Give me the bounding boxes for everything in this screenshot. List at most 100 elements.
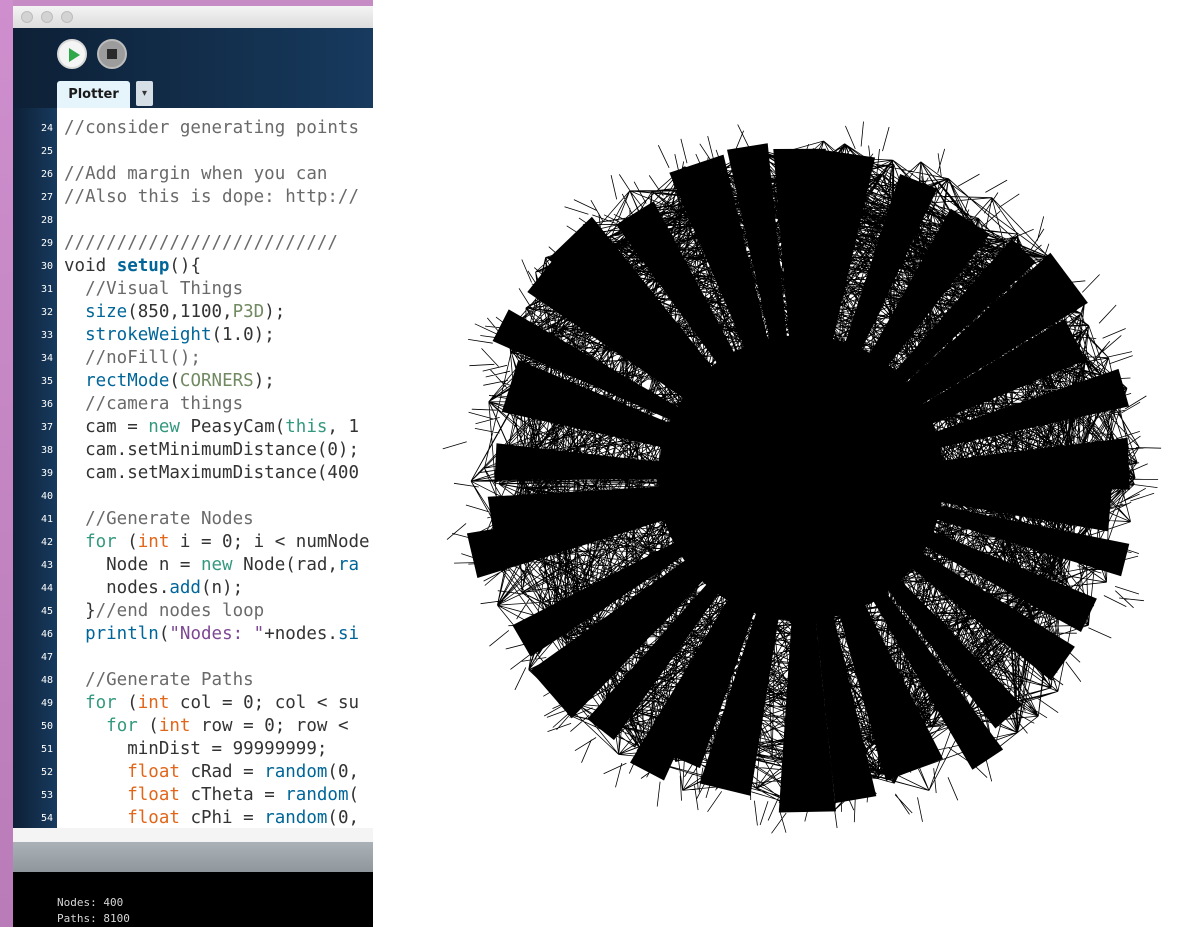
- line-number: 36: [40, 399, 53, 410]
- code-line: cam.setMinimumDistance(0);: [64, 439, 359, 462]
- code-line: //Also this is dope: http://: [64, 186, 359, 209]
- line-number: 25: [40, 146, 53, 157]
- code-token: (: [116, 532, 138, 552]
- code-token: //Also this is dope: http://: [64, 187, 360, 207]
- code-token: for: [85, 693, 117, 713]
- code-token: minDist = 99999999;: [64, 739, 328, 759]
- code-line: //Visual Things: [64, 278, 243, 301]
- play-icon: [69, 48, 80, 62]
- code-line: strokeWeight(1.0);: [64, 324, 275, 347]
- line-number: 26: [40, 169, 53, 180]
- code-token: cPhi =: [179, 808, 265, 828]
- code-line: cam.setMaximumDistance(400: [64, 462, 359, 485]
- line-number: 28: [40, 215, 53, 226]
- line-number: 46: [40, 629, 53, 640]
- code-line: Node n = new Node(rad,ra: [64, 554, 359, 577]
- line-number: 31: [40, 284, 53, 295]
- line-burst-drawing: [442, 121, 1162, 834]
- tab-plotter[interactable]: Plotter: [57, 81, 130, 108]
- console-area: Nodes: 400 Paths: 8100: [13, 872, 373, 927]
- code-token: println: [85, 624, 159, 644]
- code-line: nodes.add(n);: [64, 577, 243, 600]
- code-line: for (int row = 0; row <: [64, 715, 359, 738]
- toolbar: [13, 28, 373, 81]
- code-token: cTheta =: [179, 785, 286, 805]
- code-token: //Add margin when you can: [64, 164, 328, 184]
- code-token: cam.setMinimumDistance(0);: [64, 440, 360, 460]
- code-token: this: [285, 417, 328, 437]
- stop-button[interactable]: [97, 39, 127, 69]
- line-number: 45: [40, 606, 53, 617]
- line-number: 29: [40, 238, 53, 249]
- code-token: }: [64, 601, 96, 621]
- code-token: rectMode: [85, 371, 170, 391]
- minimize-window-button[interactable]: [41, 11, 53, 23]
- tab-bar: Plotter ▾: [13, 81, 373, 108]
- code-editor[interactable]: //consider generating points //Add margin…: [57, 108, 373, 828]
- line-number: 38: [40, 445, 53, 456]
- code-token: (){: [169, 256, 201, 276]
- code-token: P3D: [232, 302, 265, 322]
- code-token: (: [158, 624, 170, 644]
- line-number: 34: [40, 353, 53, 364]
- code-token: (: [169, 371, 180, 391]
- status-bar: [13, 842, 373, 872]
- code-token: si: [337, 624, 360, 644]
- code-line: rectMode(CORNERS);: [64, 370, 275, 393]
- code-line: size(850,1100,P3D);: [64, 301, 285, 324]
- code-token: for: [106, 716, 138, 736]
- code-token: ra: [337, 555, 360, 575]
- code-token: new: [200, 555, 233, 575]
- line-number: 30: [40, 261, 53, 272]
- code-token: //noFill();: [85, 348, 201, 368]
- code-token: void: [64, 256, 117, 276]
- close-window-button[interactable]: [21, 11, 33, 23]
- code-line: cam = new PeasyCam(this, 1: [64, 416, 359, 439]
- code-token: new: [148, 417, 180, 437]
- code-token: random: [264, 762, 328, 782]
- code-token: cam =: [64, 417, 149, 437]
- code-token: int: [158, 716, 191, 736]
- desktop-background: [0, 0, 13, 927]
- line-number: 52: [40, 767, 53, 778]
- code-token: //camera things: [85, 394, 244, 414]
- line-number: 48: [40, 675, 53, 686]
- editor-console-divider[interactable]: [13, 828, 373, 842]
- zoom-window-button[interactable]: [61, 11, 73, 23]
- code-token: int: [137, 532, 170, 552]
- code-token: (: [116, 693, 138, 713]
- code-line: println("Nodes: "+nodes.si: [64, 623, 359, 646]
- code-token: Node n =: [64, 555, 201, 575]
- line-number: 40: [40, 491, 53, 502]
- code-line: //camera things: [64, 393, 243, 416]
- code-token: i = 0; i < numNode: [169, 532, 370, 552]
- code-token: //Visual Things: [85, 279, 244, 299]
- tab-menu-chevron-down-icon[interactable]: ▾: [136, 81, 153, 106]
- line-number: 44: [40, 583, 53, 594]
- line-number: 41: [40, 514, 53, 525]
- run-button[interactable]: [57, 39, 87, 69]
- code-token: +nodes.: [264, 624, 338, 644]
- code-line: for (int col = 0; col < su: [64, 692, 359, 715]
- processing-ide-window: Plotter ▾ 24 25 26 27 28 29 30 31 32 33 34 35 36 37 38…: [13, 6, 373, 927]
- code-token: PeasyCam(: [179, 417, 286, 437]
- code-token: strokeWeight: [85, 325, 212, 345]
- code-token: //Generate Paths: [85, 670, 254, 690]
- code-token: row = 0; row <: [190, 716, 360, 736]
- code-token: (1.0);: [211, 325, 275, 345]
- code-token: //end nodes loop: [95, 601, 265, 621]
- code-line: //////////////////////////: [64, 232, 338, 255]
